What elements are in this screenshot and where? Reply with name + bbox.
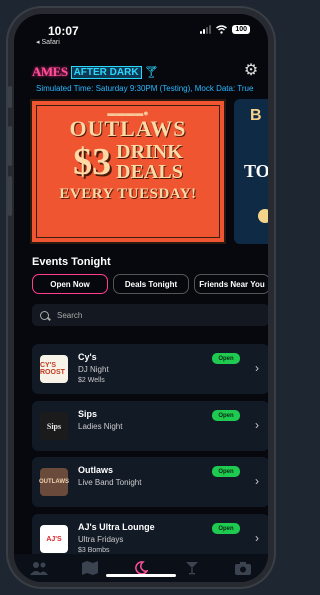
chevron-right-icon: › <box>255 474 259 488</box>
status-badge: Open <box>212 353 240 364</box>
search-bar[interactable]: Search <box>32 304 268 326</box>
simulated-time-text: Simulated Time: Saturday 9:30PM (Testing… <box>36 84 254 93</box>
venue-name: Sips <box>78 409 98 419</box>
status-badge: Open <box>212 523 240 534</box>
home-indicator <box>106 574 176 577</box>
back-to-safari-link[interactable]: ◂ Safari <box>36 38 60 46</box>
bottom-tab-bar <box>14 554 268 582</box>
chevron-right-icon: › <box>255 531 259 545</box>
status-icons: 100 <box>200 25 250 34</box>
signal-icon <box>200 25 212 34</box>
list-item-cys[interactable]: CY'S ROOST Cy's DJ Night $2 Wells Open › <box>32 344 268 394</box>
promo2-mid-text: TOU <box>244 161 268 181</box>
wifi-icon <box>216 25 228 34</box>
venue-logo-cys: CY'S ROOST <box>40 355 68 383</box>
chevron-right-icon: › <box>255 361 259 375</box>
venue-name: Outlaws <box>78 465 114 475</box>
promo2-graphic <box>258 209 268 223</box>
venue-name: AJ's Ultra Lounge <box>78 522 155 532</box>
promo2-top-text: B <box>250 107 262 124</box>
venue-deal: $2 Wells <box>78 377 105 384</box>
section-title: Events Tonight <box>32 256 111 268</box>
app-screen: 10:07 ◂ Safari 100 AMES AFTER DARK 🍸︎ ⚙ … <box>14 14 268 582</box>
list-item-sips[interactable]: Sips Sips Ladies Night Open › <box>32 401 268 451</box>
venue-event: Live Band Tonight <box>78 478 142 487</box>
mute-switch <box>8 86 12 108</box>
promo-banner-outlaws[interactable]: ▬▬▬▬● OUTLAWS $3 DRINK DEALS EVERY TUESD… <box>30 99 226 244</box>
venue-event: Ladies Night <box>78 422 123 431</box>
promo-line3: EVERY TUESDAY! <box>59 186 197 202</box>
status-badge: Open <box>212 410 240 421</box>
camera-icon[interactable] <box>233 558 253 578</box>
tab-open-now[interactable]: Open Now <box>32 274 108 294</box>
logo-ames-text: AMES <box>32 64 68 79</box>
app-logo: AMES AFTER DARK 🍸︎ <box>32 64 159 80</box>
search-icon <box>40 310 49 320</box>
volume-down-button <box>8 176 12 216</box>
promo-drink: DRINK <box>116 141 183 163</box>
venue-event: DJ Night <box>78 365 109 374</box>
promo-line1: OUTLAWS <box>69 116 187 141</box>
tab-friends-near-you[interactable]: Friends Near You <box>194 274 268 294</box>
status-badge: Open <box>212 466 240 477</box>
venue-logo-outlaws: OUTLAWS <box>39 468 69 496</box>
venue-name: Cy's <box>78 352 97 362</box>
friends-icon[interactable] <box>29 558 49 578</box>
logo-after-dark-text: AFTER DARK <box>70 65 142 79</box>
tab-deals-tonight[interactable]: Deals Tonight <box>113 274 189 294</box>
battery-icon: 100 <box>232 25 250 34</box>
venue-event: Ultra Fridays <box>78 535 124 544</box>
promo-deals: DEALS <box>116 161 183 183</box>
volume-up-button <box>8 126 12 166</box>
venue-logo-ajs: AJ'S <box>40 525 68 553</box>
map-icon[interactable] <box>80 558 100 578</box>
search-input[interactable]: Search <box>57 311 82 320</box>
status-bar: 10:07 ◂ Safari 100 <box>14 14 268 48</box>
venue-deal: $3 Bombs <box>78 547 110 554</box>
status-time: 10:07 <box>48 24 79 38</box>
chevron-right-icon: › <box>255 418 259 432</box>
venue-logo-sips: Sips <box>40 412 68 440</box>
list-item-outlaws[interactable]: OUTLAWS Outlaws Live Band Tonight Open › <box>32 457 268 507</box>
promo-banner-next[interactable]: B TOU <box>234 99 268 244</box>
promo-carousel[interactable]: ▬▬▬▬● OUTLAWS $3 DRINK DEALS EVERY TUESD… <box>14 99 268 249</box>
martini-icon: 🍸︎ <box>143 65 159 79</box>
cocktail-icon[interactable] <box>182 558 202 578</box>
settings-gear-icon[interactable]: ⚙ <box>242 60 260 79</box>
filter-tabs: Open Now Deals Tonight Friends Near You <box>32 274 268 294</box>
promo-price: $3 <box>73 141 112 183</box>
